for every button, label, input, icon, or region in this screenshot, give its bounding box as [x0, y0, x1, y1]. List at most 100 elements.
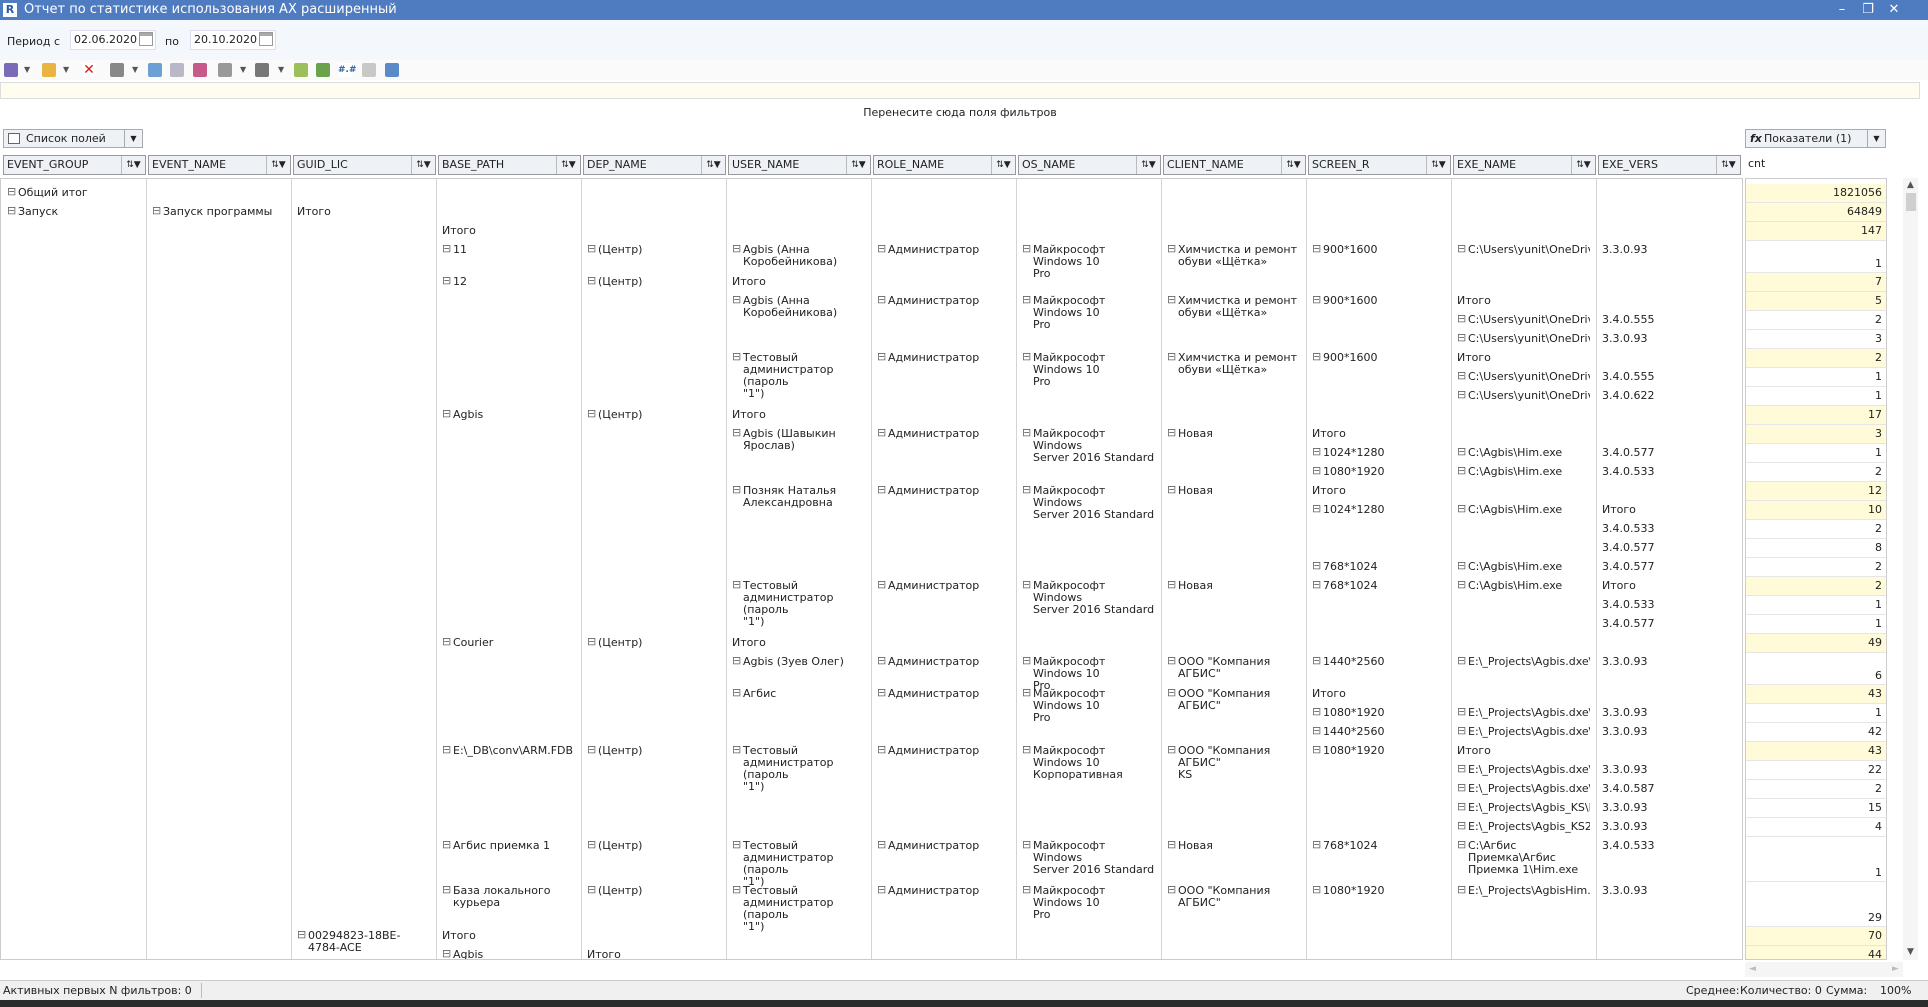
pivot-cell-exe-name[interactable]: C:\Agbis\Him.exe [1457, 504, 1590, 516]
pivot-cell-os-name[interactable]: Майкрософт Windows Server 2016 Standard [1022, 428, 1155, 464]
pivot-cell-role-name[interactable]: Администратор [877, 745, 1010, 757]
cnt-value[interactable]: 2 [1746, 577, 1886, 596]
cnt-value[interactable]: 2 [1746, 311, 1886, 330]
pivot-cell-user-name[interactable]: Тестовый администратор (пароль "1") [732, 352, 865, 400]
pivot-cell-client-name[interactable]: Химчистка и ремонт обуви «Щётка» [1167, 352, 1300, 376]
horizontal-scrollbar[interactable]: ◄ ► [1745, 962, 1903, 977]
pivot-cell-screen-r[interactable]: 900*1600 [1312, 295, 1445, 307]
pivot-cell-base-path[interactable]: Агбис приемка 1 [442, 840, 575, 852]
pivot-cell-user-name[interactable]: Тестовый администратор (пароль "1") [732, 885, 865, 933]
sort-filter-icon[interactable]: ⇅▼ [1281, 156, 1305, 174]
pivot-cell-exe-name[interactable]: C:\Agbis\Him.exe [1457, 466, 1590, 478]
cnt-value[interactable]: 15 [1746, 799, 1886, 818]
sort-filter-icon[interactable]: ⇅▼ [1136, 156, 1160, 174]
column-header-event-group[interactable]: EVENT_GROUP ⇅▼ [3, 155, 146, 175]
scroll-up-icon[interactable]: ▲ [1903, 178, 1918, 193]
cnt-value[interactable]: 1 [1746, 387, 1886, 406]
pivot-cell-screen-r[interactable]: 1024*1280 [1312, 504, 1445, 516]
pivot-cell-guid-lic[interactable]: 00294823-18BE-4784-ACE [297, 930, 430, 954]
pivot-cell-client-name[interactable]: ООО "Компания АГБИС" [1167, 656, 1300, 680]
pivot-cell-event-group[interactable]: Запуск [7, 206, 140, 218]
measure-column-header[interactable]: cnt [1745, 155, 1888, 175]
cnt-value[interactable]: 1821056 [1746, 184, 1886, 203]
pivot-cell-client-name[interactable]: Новая [1167, 485, 1300, 497]
cnt-value[interactable]: 22 [1746, 761, 1886, 780]
pivot-cell-user-name[interactable]: Агбис [732, 688, 865, 700]
columns-dropdown-icon[interactable]: ▼ [278, 64, 286, 76]
pivot-cell-client-name[interactable]: Химчистка и ремонт обуви «Щётка» [1167, 244, 1300, 268]
cnt-value[interactable]: 2 [1746, 463, 1886, 482]
pivot-cell-os-name[interactable]: Майкрософт Windows Server 2016 Standard [1022, 485, 1155, 521]
pivot-cell-screen-r[interactable]: 1440*2560 [1312, 656, 1445, 668]
pivot-cell-dep-name[interactable]: (Центр) [587, 244, 720, 256]
minimize-button[interactable]: – [1830, 1, 1854, 19]
pivot-cell-dep-name[interactable]: (Центр) [587, 637, 720, 649]
column-header-guid-lic[interactable]: GUID_LIC ⇅▼ [293, 155, 436, 175]
pivot-cell-os-name[interactable]: Майкрософт Windows 10 Pro [1022, 885, 1155, 921]
pivot-cell-base-path[interactable]: 12 [442, 276, 575, 288]
cnt-value[interactable]: 4 [1746, 818, 1886, 837]
pivot-cell-screen-r[interactable]: 1024*1280 [1312, 447, 1445, 459]
cnt-value[interactable]: 147 [1746, 222, 1886, 241]
pivot-cell-os-name[interactable]: Майкрософт Windows 10 Pro [1022, 295, 1155, 331]
pivot-cell-dep-name[interactable]: (Центр) [587, 276, 720, 288]
pivot-cell-user-name[interactable]: Тестовый администратор (пароль "1") [732, 840, 865, 888]
pivot-cell-exe-name[interactable]: C:\Users\yunit\OneDrive\Д [1457, 244, 1590, 256]
cnt-value[interactable]: 44 [1746, 946, 1886, 959]
pivot-cell-os-name[interactable]: Майкрософт Windows Server 2016 Standard [1022, 580, 1155, 616]
filter-input[interactable] [0, 82, 1920, 99]
pivot-cell-screen-r[interactable]: 768*1024 [1312, 840, 1445, 852]
layout-icon[interactable] [110, 63, 124, 77]
currency-icon[interactable] [193, 63, 207, 77]
pivot-cell-exe-name[interactable]: E:\_Projects\Agbis.dxe\Hi [1457, 726, 1590, 738]
pivot-cell-exe-name[interactable]: E:\_Projects\Agbis.dxe\Hi [1457, 783, 1590, 795]
sort-icon[interactable] [362, 63, 376, 77]
cnt-value[interactable]: 3 [1746, 425, 1886, 444]
pivot-cell-exe-name[interactable]: E:\_Projects\Agbis.dxe\Hi [1457, 764, 1590, 776]
pivot-cell-role-name[interactable]: Администратор [877, 485, 1010, 497]
cnt-value[interactable]: 1 [1746, 704, 1886, 723]
filter-drop-area[interactable]: Перенесите сюда поля фильтров [0, 106, 1920, 119]
cnt-value[interactable]: 43 [1746, 685, 1886, 704]
pivot-cell-exe-name[interactable]: E:\_Projects\Agbis.dxe\Hi [1457, 656, 1590, 668]
pivot-cell-os-name[interactable]: Майкрософт Windows 10 Pro [1022, 656, 1155, 692]
columns-icon[interactable] [255, 63, 269, 77]
column-header-dep-name[interactable]: DEP_NAME ⇅▼ [583, 155, 726, 175]
pivot-cell-exe-name[interactable]: E:\_Projects\Agbis_KS\Him [1457, 802, 1590, 814]
pivot-cell-base-path[interactable]: Agbis [442, 409, 575, 421]
pivot-cell-base-path[interactable]: База локального курьера [442, 885, 575, 909]
pivot-cell-role-name[interactable]: Администратор [877, 244, 1010, 256]
align-icon[interactable] [218, 63, 232, 77]
pivot-cell-screen-r[interactable]: 1080*1920 [1312, 707, 1445, 719]
cnt-value[interactable]: 8 [1746, 539, 1886, 558]
field-list-button[interactable]: Список полей ▼ [3, 129, 143, 148]
pivot-cell-exe-name[interactable]: C:\Users\yunit\OneDrive\Д [1457, 371, 1590, 383]
layout-dropdown-icon[interactable]: ▼ [132, 64, 140, 76]
cnt-value[interactable]: 64849 [1746, 203, 1886, 222]
cnt-value[interactable]: 3 [1746, 330, 1886, 349]
cnt-value[interactable]: 1 [1746, 596, 1886, 615]
pivot-cell-user-name[interactable]: Тестовый администратор (пароль "1") [732, 580, 865, 628]
pivot-cell-user-name[interactable]: Тестовый администратор (пароль "1") [732, 745, 865, 793]
save-dropdown-icon[interactable]: ▼ [24, 64, 32, 76]
pivot-cell-user-name[interactable]: Agbis (Анна Коробейникова) [732, 295, 865, 319]
pivot-cell-event-name[interactable]: Запуск программы [152, 206, 285, 218]
sort-filter-icon[interactable]: ⇅▼ [701, 156, 725, 174]
cnt-value[interactable]: 49 [1746, 634, 1886, 653]
pivot-cell-base-path[interactable]: 11 [442, 244, 575, 256]
pivot-cell-screen-r[interactable]: 768*1024 [1312, 580, 1445, 592]
pivot-cell-screen-r[interactable]: 900*1600 [1312, 244, 1445, 256]
sort-filter-icon[interactable]: ⇅▼ [121, 156, 145, 174]
sort-filter-icon[interactable]: ⇅▼ [411, 156, 435, 174]
totals-icon[interactable] [294, 63, 308, 77]
pivot-cell-os-name[interactable]: Майкрософт Windows 10 Pro [1022, 352, 1155, 388]
pivot-cell-role-name[interactable]: Администратор [877, 840, 1010, 852]
vertical-scrollbar[interactable]: ▲ ▼ [1903, 178, 1918, 960]
pivot-cell-screen-r[interactable]: 1080*1920 [1312, 885, 1445, 897]
pivot-cell-client-name[interactable]: Новая [1167, 840, 1300, 852]
pivot-cell-exe-name[interactable]: C:\Users\yunit\OneDrive\Д [1457, 390, 1590, 402]
cnt-value[interactable]: 12 [1746, 482, 1886, 501]
cnt-value[interactable]: 2 [1746, 558, 1886, 577]
pivot-cell-client-name[interactable]: Новая [1167, 580, 1300, 592]
restore-button[interactable]: ❐ [1856, 1, 1880, 19]
